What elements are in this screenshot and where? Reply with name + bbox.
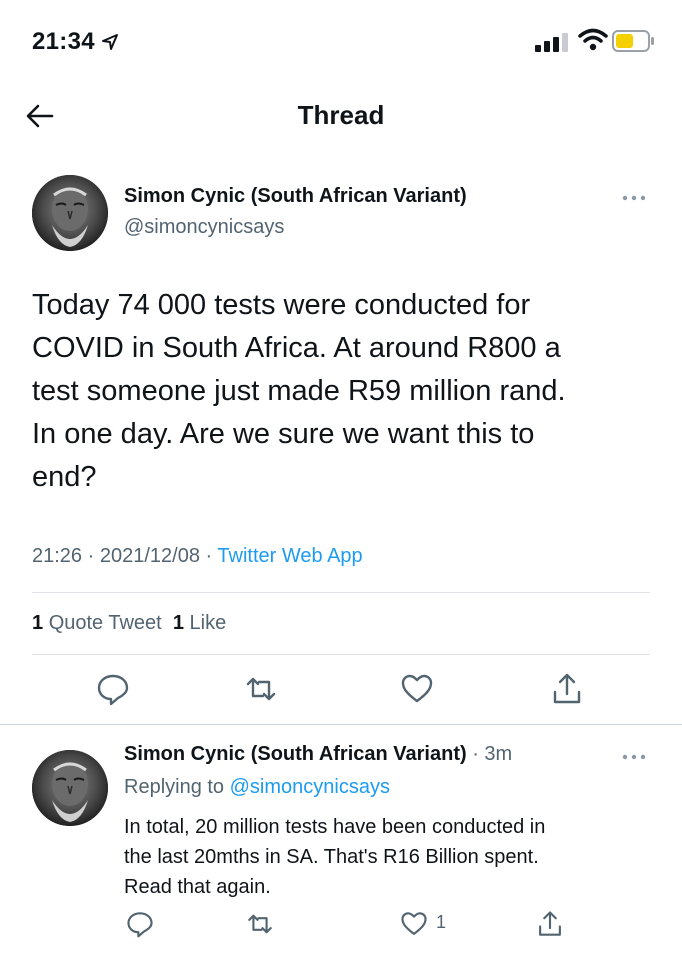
avatar[interactable] <box>32 175 108 251</box>
replying-to: Replying to @simoncynicsays <box>124 776 390 799</box>
tweet-date: 2021/12/08 <box>99 545 200 567</box>
like-icon[interactable] <box>400 672 434 706</box>
status-time-text: 21:34 <box>32 28 95 55</box>
cellular-signal-icon <box>535 33 568 52</box>
reply-like-count: 1 <box>436 912 447 932</box>
tweet-time: 21:26 <box>32 545 83 567</box>
retweet-icon[interactable] <box>246 910 274 938</box>
wifi-icon <box>578 28 608 51</box>
author-name[interactable]: Simon Cynic (South African Variant) <box>124 185 467 208</box>
like-label: Like <box>189 612 227 634</box>
quote-label: Quote Tweet <box>48 612 162 634</box>
avatar[interactable] <box>32 750 108 826</box>
author-handle[interactable]: @simoncynicsays <box>124 216 284 239</box>
quote-tweet-stat[interactable]: 1 Quote Tweet <box>32 612 162 634</box>
thread-header: Thread <box>0 88 682 144</box>
replying-prefix: Replying to <box>124 776 225 798</box>
reply-text: In total, 20 million tests have been con… <box>124 812 664 902</box>
divider <box>32 592 650 593</box>
tweet-text-line: end? <box>32 461 97 493</box>
like-icon[interactable] <box>400 910 428 938</box>
tweet-text-line: COVID in South Africa. At around R800 a <box>32 332 561 364</box>
reply-text-line: Read that again. <box>124 876 271 898</box>
share-icon[interactable] <box>536 910 564 938</box>
reply-icon[interactable] <box>126 910 154 938</box>
author-name[interactable]: Simon Cynic (South African Variant) <box>124 743 467 765</box>
tweet-text: Today 74 000 tests were conducted for CO… <box>32 284 662 499</box>
reply-text-line: In total, 20 million tests have been con… <box>124 816 546 838</box>
like-stat[interactable]: 1 Like <box>173 612 226 634</box>
page-title: Thread <box>297 100 385 130</box>
divider <box>0 724 682 725</box>
reply-text-line: the last 20mths in SA. That's R16 Billio… <box>124 846 539 868</box>
location-arrow-icon <box>101 34 118 50</box>
more-options-icon[interactable] <box>620 752 648 762</box>
tweet-text-line: Today 74 000 tests were conducted for <box>32 289 531 321</box>
tweet-text-line: In one day. Are we sure we want this to <box>32 418 535 450</box>
status-bar: 21:34 <box>0 0 682 80</box>
battery-low-icon <box>612 30 654 52</box>
divider <box>32 654 650 655</box>
tweet-metadata: 21:26 · 2021/12/08 · Twitter Web App <box>32 545 363 568</box>
tweet-time-ago: · 3m <box>472 743 513 765</box>
tweet-text-line: test someone just made R59 million rand. <box>32 375 566 407</box>
reply-author-row: Simon Cynic (South African Variant) · 3m <box>124 743 512 766</box>
status-time: 21:34 <box>32 28 119 56</box>
share-icon[interactable] <box>550 672 584 706</box>
separator: · <box>205 545 213 567</box>
engagement-stats: 1 Quote Tweet 1 Like <box>32 612 226 635</box>
more-options-icon[interactable] <box>620 193 648 203</box>
quote-count: 1 <box>32 612 44 634</box>
reply-icon[interactable] <box>96 672 130 706</box>
separator: · <box>87 545 95 567</box>
like-count: 1 <box>172 612 184 634</box>
mention-link[interactable]: @simoncynicsays <box>230 776 390 798</box>
source-app-link[interactable]: Twitter Web App <box>217 545 362 567</box>
retweet-icon[interactable] <box>244 672 278 706</box>
